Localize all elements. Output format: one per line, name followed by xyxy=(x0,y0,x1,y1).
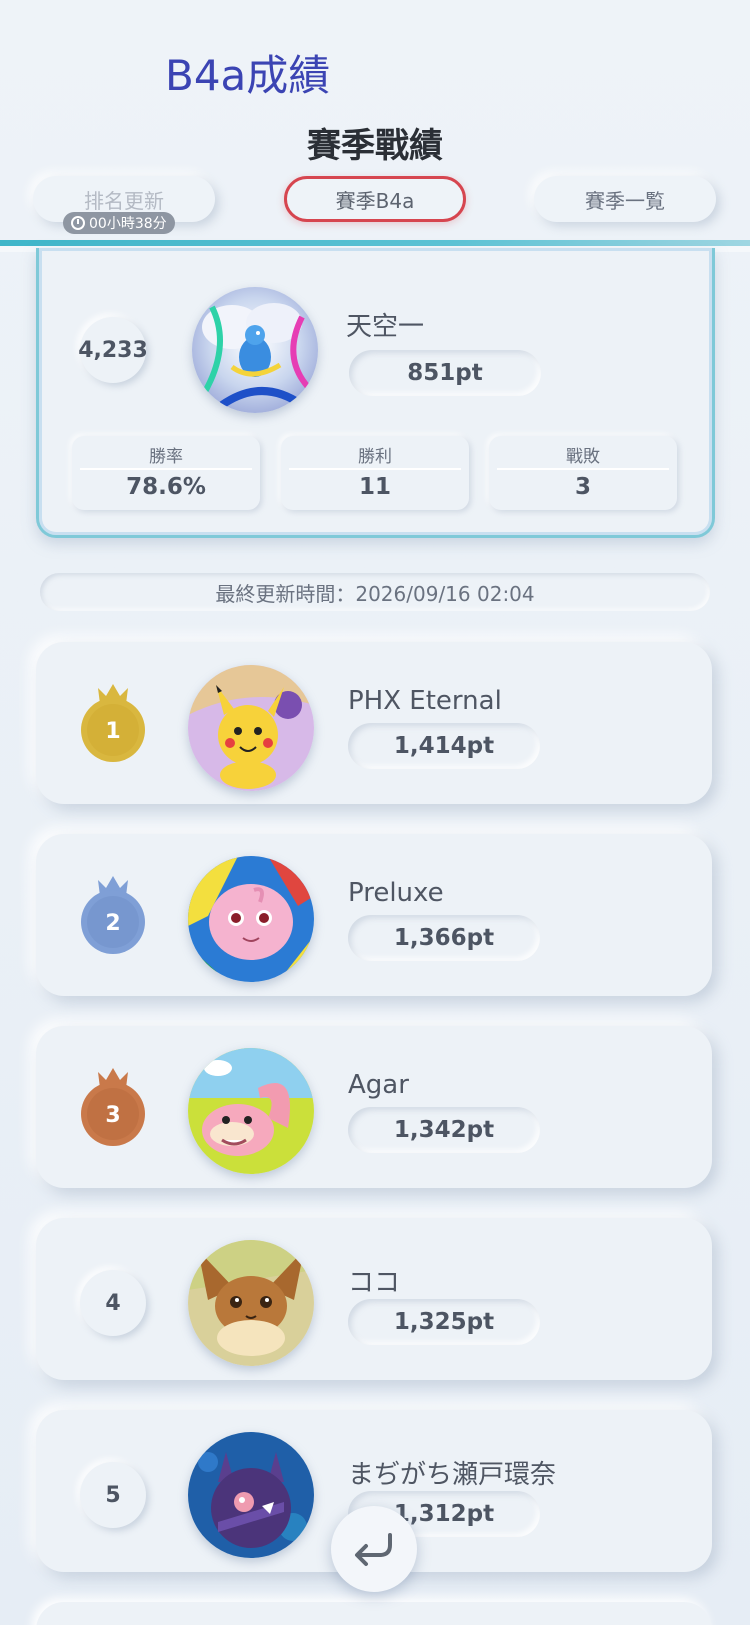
player-name: まぢがち瀬戸環奈 xyxy=(348,1460,557,1490)
player-points: 1,342pt xyxy=(348,1107,540,1153)
rank-number: 5 xyxy=(80,1462,146,1528)
silver-medal-icon: 2 xyxy=(81,876,145,954)
leaderboard-row-partial xyxy=(36,1602,712,1625)
player-points: 1,414pt xyxy=(348,723,540,769)
player-avatar[interactable] xyxy=(188,1432,314,1558)
stat-value: 3 xyxy=(574,474,591,500)
page-heading: B4a成績 xyxy=(165,51,331,100)
stat-value: 78.6% xyxy=(126,474,206,500)
player-avatar[interactable] xyxy=(188,856,314,982)
rank-number: 1 xyxy=(105,719,120,744)
last-updated-bar: 最終更新時間：2026/09/16 02:04 xyxy=(40,573,710,611)
my-points: 851pt xyxy=(349,350,541,396)
player-points: 1,366pt xyxy=(348,915,540,961)
season-list-button[interactable]: 賽季一覧 xyxy=(534,176,716,222)
stat-losses: 戰敗 3 xyxy=(489,436,677,510)
cooldown-timer-badge: 00小時38分 xyxy=(63,212,175,234)
stat-label: 戰敗 xyxy=(566,447,600,467)
stat-value: 11 xyxy=(358,474,391,500)
my-player-name: 天空一 xyxy=(346,312,425,342)
stat-wins: 勝利 11 xyxy=(281,436,469,510)
stat-label: 勝率 xyxy=(149,447,183,467)
my-rank: 4,233 xyxy=(78,317,148,383)
player-name: ココ xyxy=(348,1268,401,1298)
my-avatar[interactable] xyxy=(192,287,318,413)
return-arrow-icon xyxy=(355,1533,392,1566)
player-avatar[interactable] xyxy=(188,1048,314,1174)
rank-number: 2 xyxy=(105,911,120,936)
tab-current-season[interactable]: 賽季B4a xyxy=(284,176,466,222)
bronze-medal-icon: 3 xyxy=(81,1068,145,1146)
gold-medal-icon: 1 xyxy=(81,684,145,762)
clock-icon xyxy=(71,216,85,230)
back-button[interactable] xyxy=(331,1506,417,1592)
player-avatar[interactable] xyxy=(188,1240,314,1366)
rank-number: 3 xyxy=(105,1103,120,1128)
season-title: 賽季戰績 xyxy=(307,126,443,166)
cooldown-timer-text: 00小時38分 xyxy=(89,216,167,232)
player-name: Agar xyxy=(348,1070,409,1100)
player-name: Preluxe xyxy=(348,878,444,908)
rank-number: 4 xyxy=(80,1270,146,1336)
player-points: 1,325pt xyxy=(348,1299,540,1345)
stat-win-rate: 勝率 78.6% xyxy=(72,436,260,510)
player-name: PHX Eternal xyxy=(348,686,502,716)
player-avatar[interactable] xyxy=(188,665,314,791)
stat-label: 勝利 xyxy=(358,447,392,467)
